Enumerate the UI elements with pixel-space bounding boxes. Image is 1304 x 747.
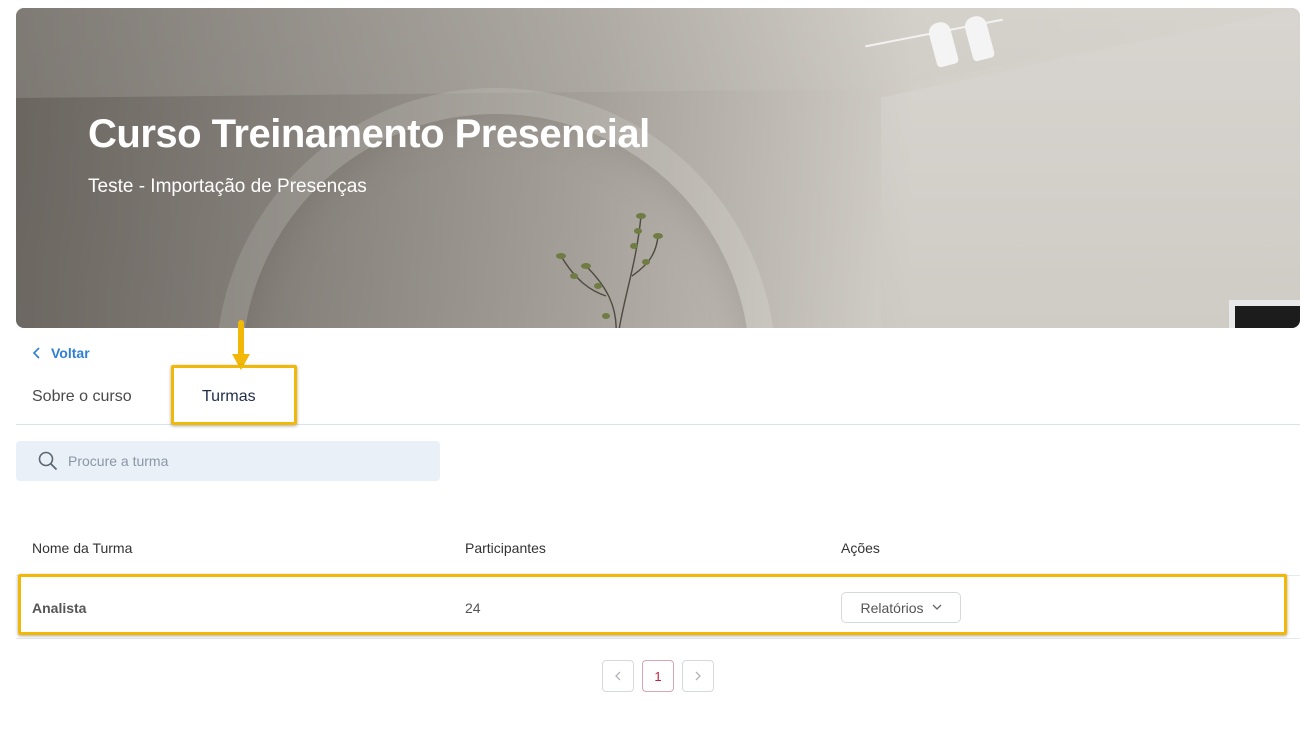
course-banner: Curso Treinamento Presencial Teste - Imp…: [16, 8, 1300, 328]
pagination-page-1[interactable]: 1: [642, 660, 674, 692]
tab-turmas[interactable]: Turmas: [202, 388, 256, 406]
reports-dropdown-button[interactable]: Relatórios: [841, 592, 961, 623]
row-highlight-box: [18, 574, 1287, 635]
back-link[interactable]: Voltar: [32, 345, 90, 361]
table-divider: [16, 575, 1300, 576]
course-subtitle: Teste - Importação de Presenças: [88, 176, 367, 197]
column-header-participantes: Participantes: [465, 540, 546, 556]
search-icon: [38, 451, 58, 471]
search-box: [16, 441, 440, 481]
chevron-down-icon: [932, 604, 941, 610]
column-header-acoes: Ações: [841, 540, 880, 556]
pagination-prev-button[interactable]: [602, 660, 634, 692]
table-divider: [16, 638, 1300, 639]
back-link-label: Voltar: [51, 345, 90, 361]
tab-sobre-o-curso[interactable]: Sobre o curso: [32, 388, 132, 406]
chevron-left-icon: [32, 347, 40, 359]
course-tabs: Sobre o curso Turmas: [16, 366, 1300, 425]
search-input[interactable]: [68, 453, 428, 469]
chevron-right-icon: [695, 671, 701, 681]
pagination-next-button[interactable]: [682, 660, 714, 692]
column-header-nome: Nome da Turma: [32, 540, 133, 556]
banner-screen: [1229, 300, 1300, 328]
reports-button-label: Relatórios: [860, 599, 924, 616]
banner-plant: [556, 213, 663, 328]
turma-name: Analista: [32, 600, 87, 616]
turma-participants: 24: [465, 600, 481, 616]
chevron-left-icon: [615, 671, 621, 681]
course-title: Curso Treinamento Presencial: [88, 112, 650, 156]
